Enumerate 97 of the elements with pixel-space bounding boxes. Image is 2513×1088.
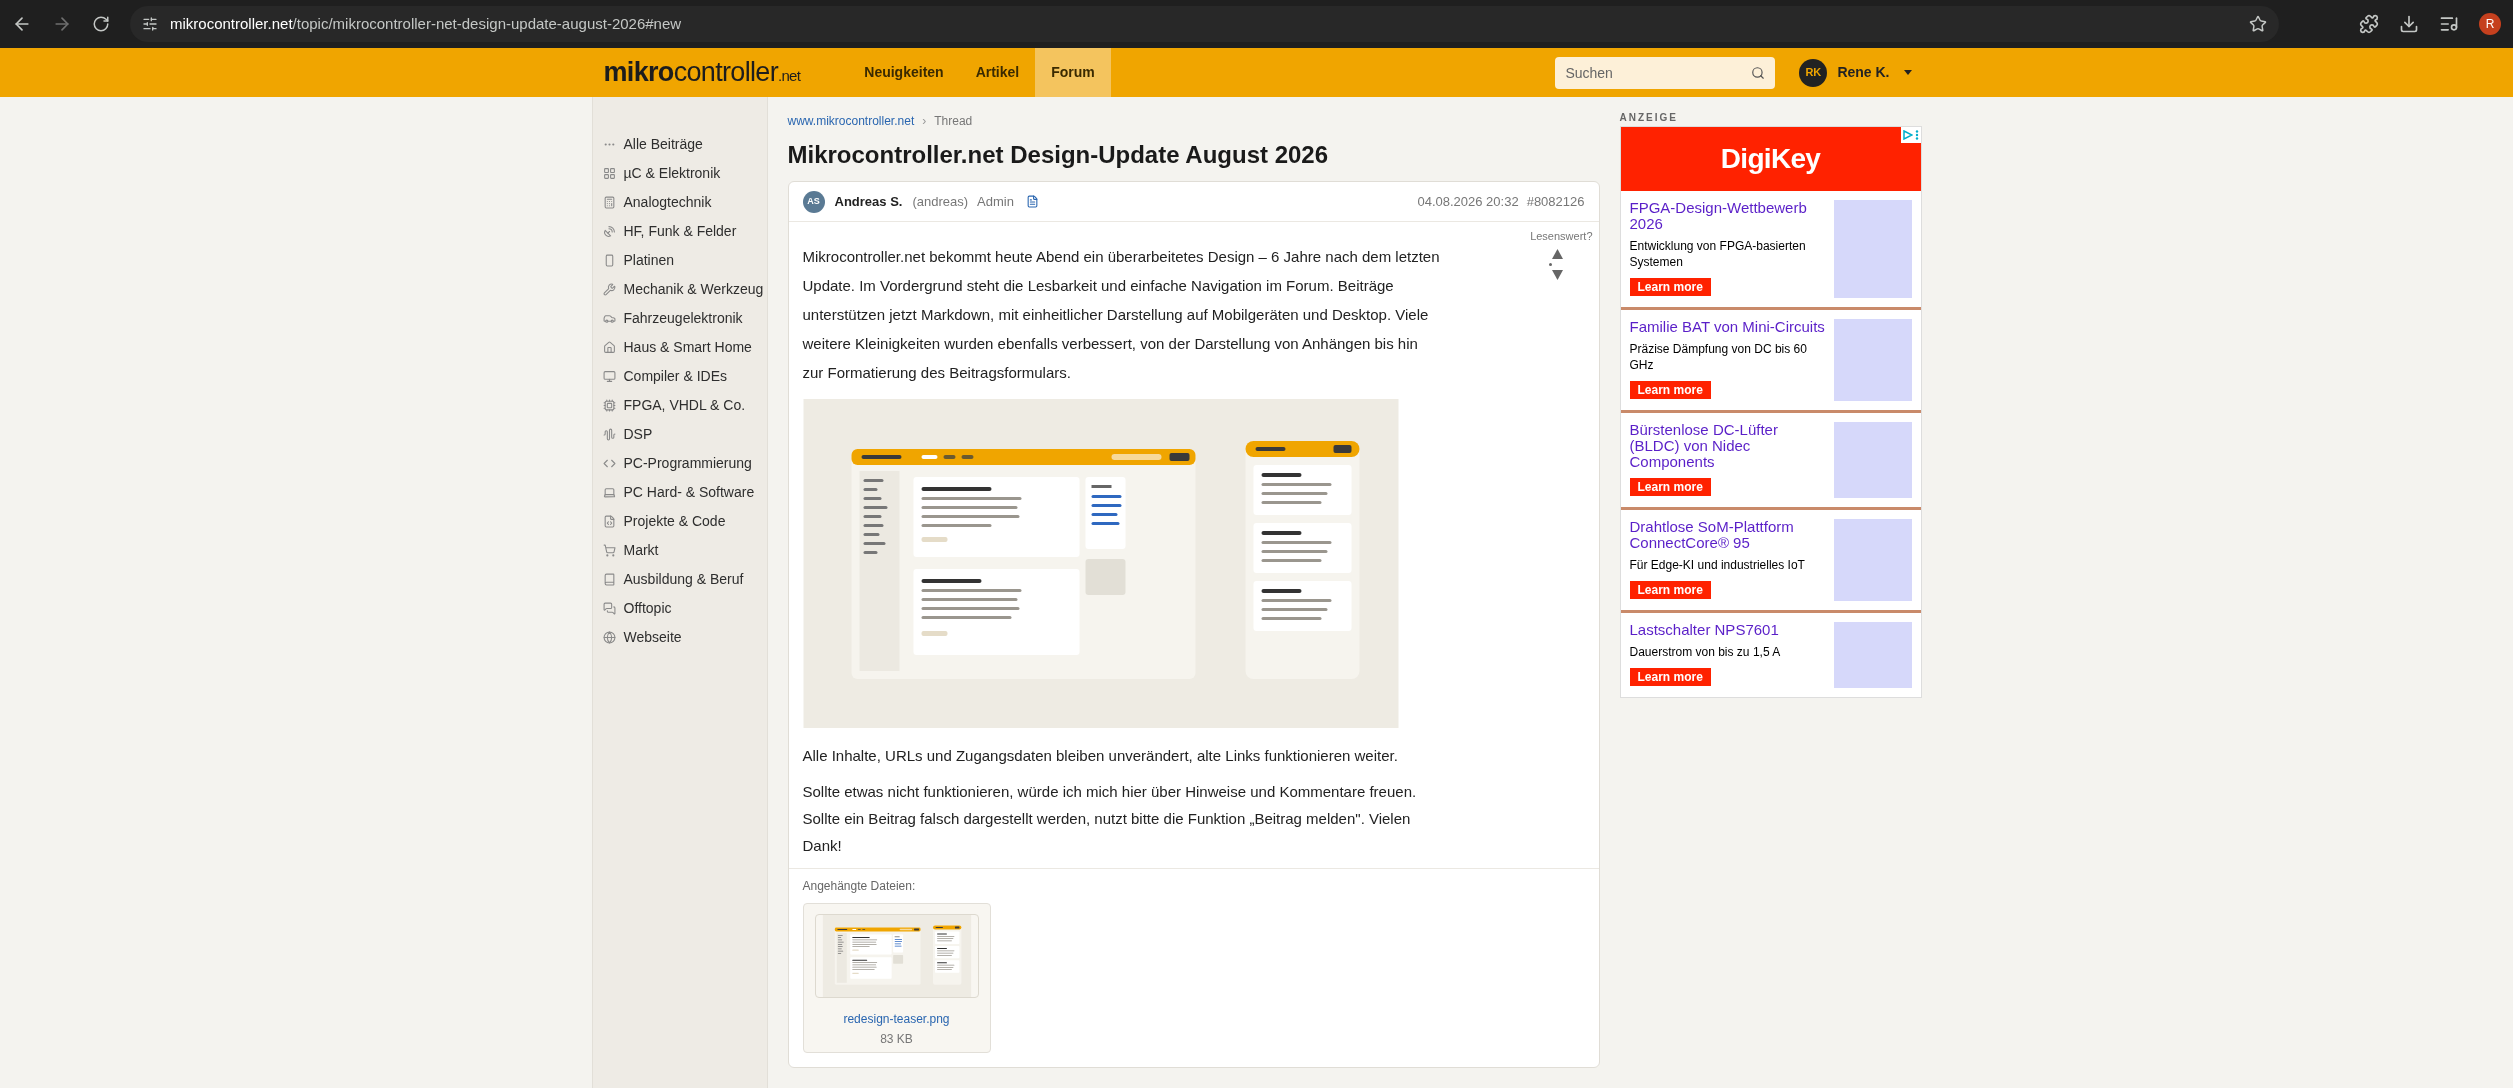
ad-description: Für Edge-KI und industrielles IoT [1629,557,1806,573]
category-link[interactable]: HF, Funk & Felder [602,217,767,246]
ad-title[interactable]: Drahtlose SoM-Plattform ConnectCore® 95 [1629,519,1828,551]
category-link[interactable]: Analogtechnik [602,188,767,217]
user-name: Rene K. [1837,63,1890,82]
category-link[interactable]: Ausbildung & Beruf [602,565,767,594]
rating-label: Lesenswert? [1530,229,1593,244]
ad-title[interactable]: Bürstenlose DC-Lüfter (BLDC) von Nidec Components [1629,422,1828,470]
caret-icon [1903,70,1912,75]
category-icon [602,312,616,325]
ad-item[interactable]: FPGA-Design-Wettbewerb 2026 Entwicklung von FPGA-basierten Systemen Learn more [1620,191,1921,310]
category-link[interactable]: PC Hard- & Software [602,478,767,507]
ad-choices-icon[interactable] [1900,127,1921,143]
breadcrumb-separator: › [922,113,927,130]
role-label: Admin [977,192,1014,211]
ad-title[interactable]: Lastschalter NPS7601 [1629,622,1828,638]
category-icon [602,283,616,296]
category-icon [602,631,616,644]
breadcrumb-current: Thread [934,113,973,130]
ad-item[interactable]: Lastschalter NPS7601 Dauerstrom von bis zu 1,5 A Learn more [1620,613,1921,697]
post-paragraph: Alle Inhalte, URLs und Zugangsdaten bleiben unverändert, alte Links funktionieren weiter. [802,746,1399,766]
bookmark-star-icon[interactable] [2249,15,2267,33]
ad-label: ANZEIGE [1619,111,1679,125]
extensions-icon[interactable] [2359,14,2379,34]
user-avatar: RK [1799,58,1828,87]
category-link[interactable]: Haus & Smart Home [602,333,767,362]
thread-title: Mikrocontroller.net Design-Update August 2026 [787,140,1330,170]
category-link[interactable]: Webseite [602,623,767,652]
author-avatar: AS [802,190,825,213]
reload-icon[interactable] [92,15,110,33]
search-icon[interactable] [1751,65,1766,80]
ad-description: Dauerstrom von bis zu 1,5 A [1629,644,1782,660]
user-menu[interactable]: RK Rene K. [1799,58,1912,87]
post-date: 04.08.2026 20:32 [1417,192,1519,211]
post-paragraph: Sollte etwas nicht funktionieren, würde ich mich hier über Hinweise und Kommentare freuen. Sollte ein Beitrag falsch dargestellt werden, nutzt bitte die Funktion „Beitrag melden". Vielen Dank! [802,782,1418,856]
category-link[interactable]: Compiler & IDEs [602,362,767,391]
attachment-card[interactable]: redesign-teaser.png 83 KB [802,903,991,1053]
ad-title[interactable]: FPGA-Design-Wettbewerb 2026 [1629,200,1828,232]
category-link[interactable]: Markt [602,536,767,565]
category-link[interactable]: Offtopic [602,594,767,623]
ad-banner[interactable]: DigiKey [1620,127,1921,191]
post-paragraph: Mikrocontroller.net bekommt heute Abend ein überarbeitetes Design – 6 Jahre nach dem letzten Update. Im Vordergrund steht die Lesbarkeit und einfache Navigation im Forum. Beiträge unterstützen jetzt Markdown, mit einheitlicher Darstellung auf Mobilgeräten und Desktop. Viele weitere Kleinigkeiten wurden ebenfalls verbessert, von der Darstellung von Anhängen bis hin zur Formatierung des Beitragsformulars. [802,247,1441,383]
category-icon [602,225,616,238]
ad-description: Entwicklung von FPGA-basierten Systemen [1629,238,1807,270]
document-icon[interactable] [1025,195,1039,208]
nav-tab[interactable]: Artikel [959,48,1036,97]
author-username: (andreas) [912,192,969,211]
category-icon [602,544,616,557]
category-icon [602,602,616,615]
category-icon [602,515,616,528]
nav-tab[interactable]: Forum [1035,48,1111,97]
category-icon [602,486,616,499]
category-icon [602,573,616,586]
category-icon [602,399,616,412]
ad-brand-logo: DigiKey [1720,142,1821,176]
site-logo[interactable]: mikrocontroller.net [603,52,801,93]
learn-more-button[interactable]: Learn more [1629,668,1711,686]
search-field[interactable]: Suchen [1555,56,1776,89]
attachment-filename[interactable]: redesign-teaser.png [843,1010,950,1028]
ad-item[interactable]: Bürstenlose DC-Lüfter (BLDC) von Nidec Components Learn more [1620,413,1921,510]
nav-tab[interactable]: Neuigkeiten [848,48,960,97]
ad-item[interactable]: Familie BAT von Mini-Circuits Präzise Dämpfung von DC bis 60 GHz Learn more [1620,310,1921,413]
upvote-icon[interactable] [1552,248,1563,259]
category-link[interactable]: DSP [602,420,767,449]
category-icon [602,370,616,383]
address-bar[interactable]: mikrocontroller.net/topic/mikrocontroller-net-design-update-august-2026#new [130,6,2279,42]
learn-more-button[interactable]: Learn more [1629,381,1711,399]
attachment-size: 83 KB [880,1031,913,1048]
category-icon [602,167,616,180]
post-number[interactable]: #8082126 [1526,191,1585,212]
category-link[interactable]: Platinen [602,246,767,275]
downvote-icon[interactable] [1552,269,1563,280]
ad-title[interactable]: Familie BAT von Mini-Circuits [1629,319,1828,335]
category-link[interactable]: Fahrzeugelektronik [602,304,767,333]
category-link[interactable]: FPGA, VHDL & Co. [602,391,767,420]
category-icon [602,428,616,441]
media-icon[interactable] [2439,14,2459,34]
download-icon[interactable] [2399,14,2419,34]
category-link[interactable]: Alle Beiträge [602,130,767,159]
ad-description: Präzise Dämpfung von DC bis 60 GHz [1629,341,1808,373]
category-link[interactable]: Mechanik & Werkzeug [602,275,767,304]
category-link[interactable]: Projekte & Code [602,507,767,536]
learn-more-button[interactable]: Learn more [1629,581,1711,599]
category-icon [602,457,616,470]
site-settings-icon[interactable] [142,16,158,32]
category-link[interactable]: PC-Programmierung [602,449,767,478]
breadcrumb-link[interactable]: www.mikrocontroller.net [787,112,915,130]
category-icon [602,341,616,354]
learn-more-button[interactable]: Learn more [1629,478,1711,496]
category-icon [602,196,616,209]
url-text: mikrocontroller.net/topic/mikrocontroller-net-design-update-august-2026#new [170,13,682,34]
attachments-label: Angehängte Dateien: [802,878,917,895]
profile-avatar[interactable]: R [2479,13,2501,35]
category-link[interactable]: µC & Elektronik [602,159,767,188]
learn-more-button[interactable]: Learn more [1629,278,1711,296]
author-name[interactable]: Andreas S. [834,191,903,212]
ad-item[interactable]: Drahtlose SoM-Plattform ConnectCore® 95 Für Edge-KI und industrielles IoT Learn more [1620,510,1921,613]
